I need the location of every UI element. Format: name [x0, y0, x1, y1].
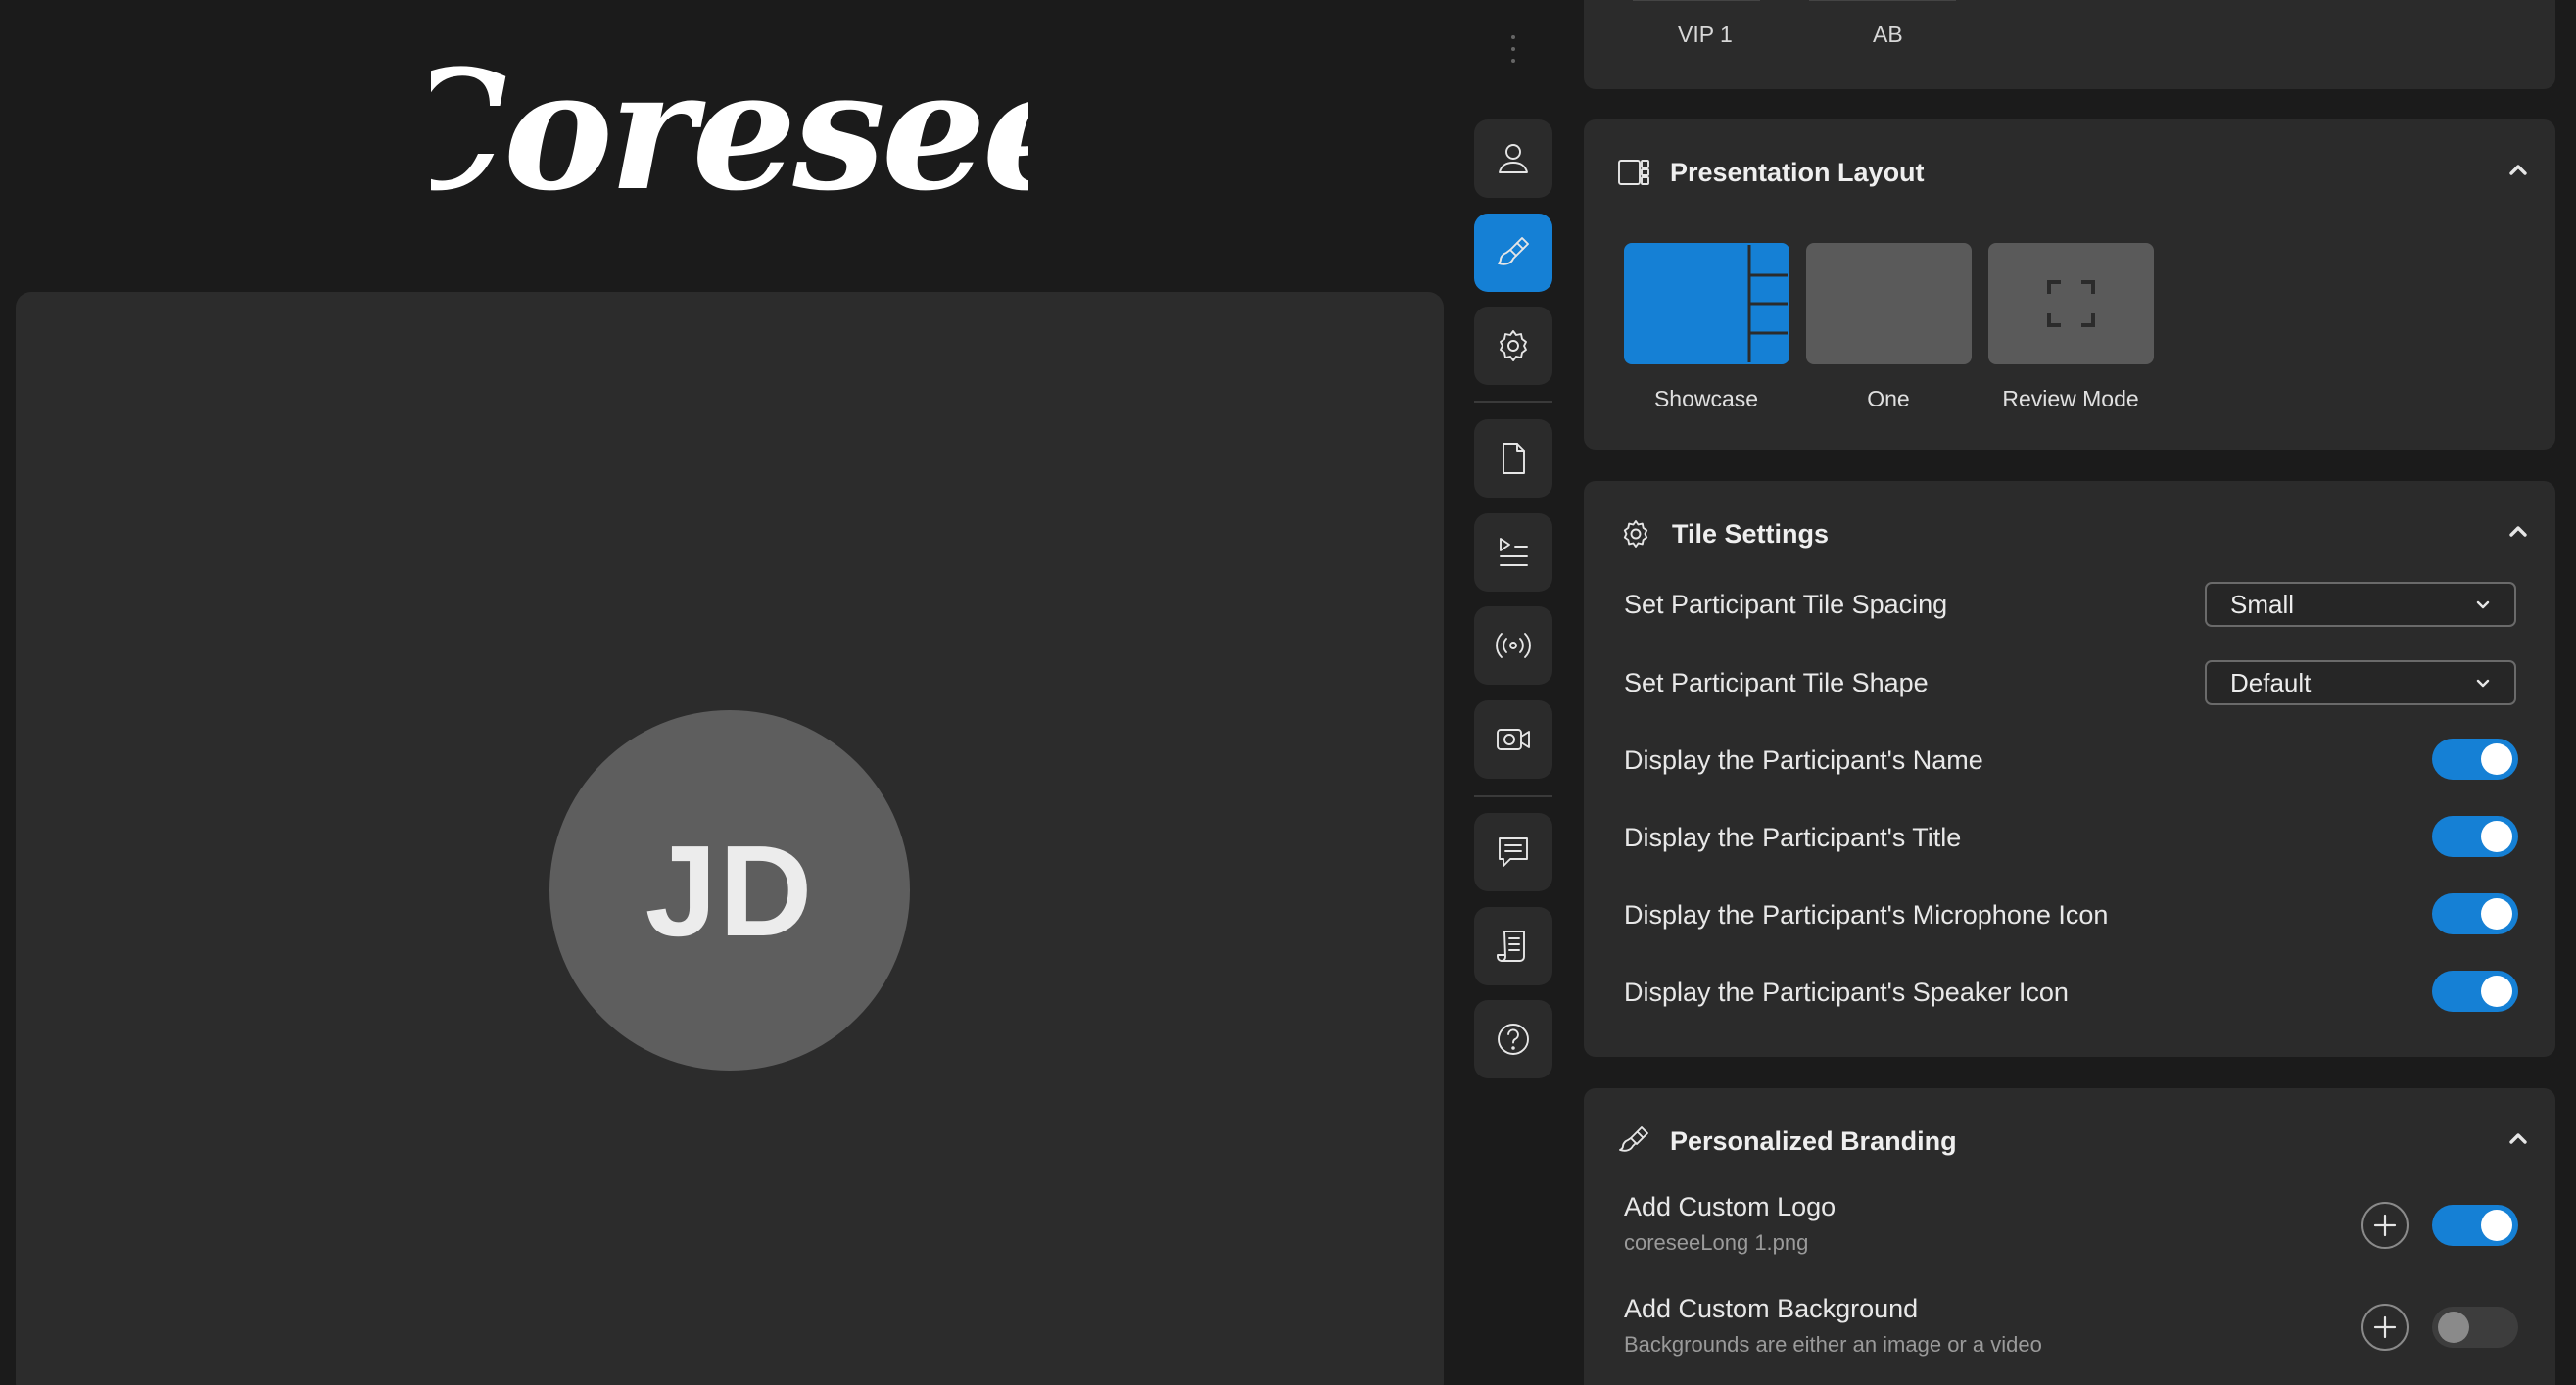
rail-user-button[interactable]: [1474, 119, 1552, 198]
toggle-participant-title[interactable]: [2432, 816, 2518, 857]
branding-title: Personalized Branding: [1670, 1125, 1957, 1156]
custom-background-hint: Backgrounds are either an image or a vid…: [1624, 1332, 2042, 1357]
rail-documents-button[interactable]: [1474, 419, 1552, 498]
chevron-down-icon: [2476, 600, 2490, 609]
plus-icon: [2373, 1214, 2397, 1237]
chat-icon: [1499, 837, 1528, 867]
collapse-presentation-layout[interactable]: [2506, 159, 2530, 182]
chevron-up-icon: [2509, 1133, 2527, 1144]
fullscreen-icon: [2047, 280, 2095, 327]
brush-icon: [1498, 237, 1529, 265]
tile-spacing-value: Small: [2230, 589, 2295, 619]
chevron-up-icon: [2509, 165, 2527, 175]
toggle-participant-speaker[interactable]: [2432, 971, 2518, 1012]
layout-option-review-mode[interactable]: [1988, 243, 2154, 364]
rail-divider: [1474, 795, 1552, 797]
rail-settings-button[interactable]: [1474, 307, 1552, 385]
toggle-label-title: Display the Participant's Title: [1624, 823, 1962, 852]
custom-logo-filename: coreseeLong 1.png: [1624, 1230, 1809, 1255]
add-custom-background-button[interactable]: [2361, 1304, 2409, 1351]
chevron-down-icon: [2476, 679, 2490, 688]
personalized-branding-card: Personalized Branding Add Custom Logo co…: [1584, 1088, 2555, 1385]
participant-initials: JD: [644, 818, 815, 963]
rail-playlist-button[interactable]: [1474, 513, 1552, 592]
rail-camera-button[interactable]: [1474, 700, 1552, 779]
script-icon: [1497, 931, 1525, 962]
participant-tabs-card: VIP 1 AB: [1584, 0, 2555, 89]
tile-shape-value: Default: [2230, 667, 2312, 697]
settings-icon: [1500, 330, 1527, 361]
rail-chat-button[interactable]: [1474, 813, 1552, 891]
tile-shape-label: Set Participant Tile Shape: [1624, 668, 1929, 697]
layout-label-one: One: [1867, 386, 1910, 411]
playlist-icon: [1500, 538, 1528, 566]
tab-indicator: [1809, 0, 1956, 1]
tile-spacing-select[interactable]: Small: [2205, 582, 2516, 627]
tile-settings-title: Tile Settings: [1672, 518, 1830, 549]
add-custom-logo-button[interactable]: [2361, 1202, 2409, 1249]
user-icon: [1499, 144, 1528, 173]
tab-vip-1[interactable]: VIP 1: [1678, 22, 1733, 48]
settings-icon: [1623, 520, 1648, 548]
rail-help-button[interactable]: [1474, 1000, 1552, 1078]
layout-icon: [1618, 160, 1649, 185]
logo-text: Coresee: [431, 39, 1028, 227]
more-options-icon[interactable]: [1509, 35, 1517, 63]
coresee-wordmark: Coresee: [431, 39, 1028, 227]
help-icon: [1498, 1024, 1529, 1055]
custom-logo-label: Add Custom Logo: [1624, 1192, 1837, 1221]
toggle-custom-logo[interactable]: [2432, 1205, 2518, 1246]
layout-option-one[interactable]: [1806, 243, 1972, 364]
showcase-layout-icon: [1747, 245, 1788, 362]
toggle-label-microphone: Display the Participant's Microphone Ico…: [1624, 900, 2109, 930]
plus-icon: [2373, 1315, 2397, 1339]
camera-icon: [1497, 729, 1530, 750]
rail-script-button[interactable]: [1474, 907, 1552, 985]
collapse-branding[interactable]: [2506, 1127, 2530, 1151]
toggle-label-speaker: Display the Participant's Speaker Icon: [1624, 978, 2069, 1007]
brush-icon: [1619, 1126, 1648, 1152]
tab-indicator: [1633, 0, 1760, 1]
branding-header: Personalized Branding: [1617, 1123, 1957, 1159]
rail-branding-button[interactable]: [1474, 214, 1552, 292]
toggle-participant-name[interactable]: [2432, 739, 2518, 780]
tile-settings-card: Tile Settings Set Participant Tile Spaci…: [1584, 481, 2555, 1057]
tab-ab[interactable]: AB: [1873, 22, 1903, 48]
layout-label-review-mode: Review Mode: [2002, 386, 2139, 411]
rail-divider: [1474, 401, 1552, 403]
toggle-custom-background[interactable]: [2432, 1307, 2518, 1348]
tile-spacing-label: Set Participant Tile Spacing: [1624, 590, 1948, 619]
presentation-layout-header: Presentation Layout: [1617, 155, 1925, 190]
participant-avatar: JD: [549, 710, 910, 1071]
toggle-participant-microphone[interactable]: [2432, 893, 2518, 934]
tile-settings-header: Tile Settings: [1619, 516, 1829, 551]
chevron-up-icon: [2509, 526, 2527, 537]
toggle-label-name: Display the Participant's Name: [1624, 745, 1983, 775]
presentation-layout-title: Presentation Layout: [1670, 157, 1925, 187]
tile-shape-select[interactable]: Default: [2205, 660, 2516, 705]
layout-option-showcase[interactable]: [1624, 243, 1789, 364]
broadcast-icon: [1496, 633, 1531, 658]
layout-label-showcase: Showcase: [1653, 386, 1759, 411]
presentation-layout-card: Presentation Layout Showcase One Review …: [1584, 119, 2555, 450]
document-icon: [1503, 443, 1525, 474]
custom-background-label: Add Custom Background: [1624, 1294, 1919, 1323]
coresee-logo: Coresee: [431, 39, 1028, 235]
collapse-tile-settings[interactable]: [2506, 520, 2530, 544]
rail-broadcast-button[interactable]: [1474, 606, 1552, 685]
